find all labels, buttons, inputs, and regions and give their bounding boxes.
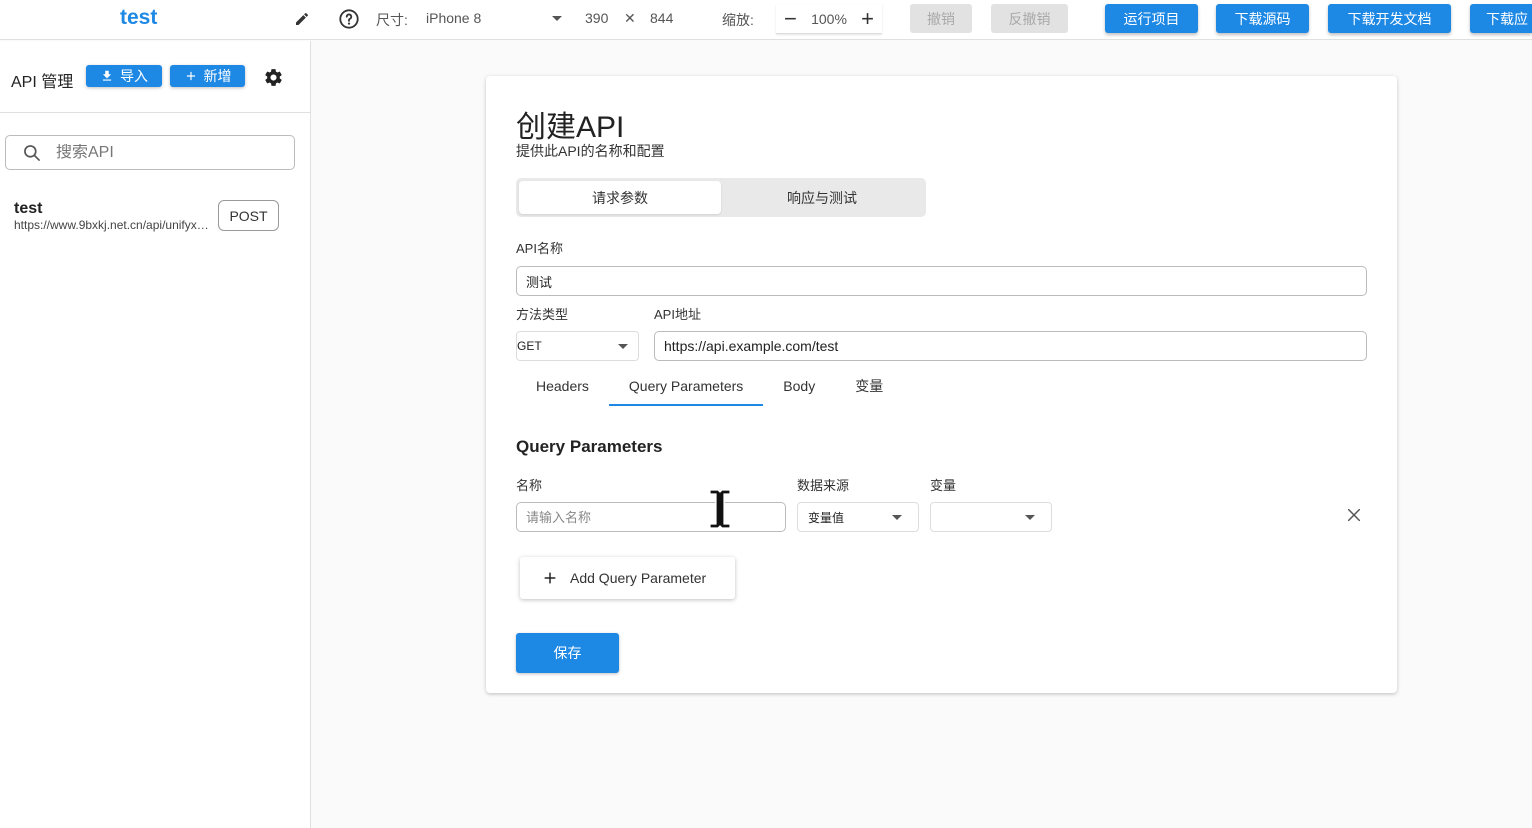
zoom-control: − 100% + bbox=[776, 4, 882, 34]
method-dropdown-icon bbox=[618, 343, 628, 349]
help-icon[interactable] bbox=[337, 7, 361, 31]
project-name[interactable]: test bbox=[120, 6, 157, 30]
param-name-field[interactable] bbox=[516, 502, 786, 532]
api-url-field[interactable] bbox=[654, 331, 1367, 361]
param-name-column-label: 名称 bbox=[516, 478, 543, 493]
edit-icon[interactable] bbox=[292, 9, 312, 29]
remove-param-button[interactable] bbox=[1343, 504, 1365, 526]
api-url-input[interactable] bbox=[664, 338, 1366, 354]
segment-response-test[interactable]: 响应与测试 bbox=[721, 181, 923, 214]
tab-body[interactable]: Body bbox=[763, 366, 835, 406]
segment-request-params[interactable]: 请求参数 bbox=[519, 181, 721, 214]
param-variable-select[interactable] bbox=[930, 502, 1052, 532]
sidebar-title: API 管理 bbox=[11, 74, 74, 91]
sidebar-divider bbox=[0, 112, 310, 113]
api-search-field[interactable] bbox=[5, 135, 295, 170]
download-docs-button[interactable]: 下载开发文档 bbox=[1328, 4, 1451, 33]
param-name-input[interactable] bbox=[526, 509, 785, 525]
zoom-in-icon[interactable]: + bbox=[861, 7, 874, 30]
close-icon bbox=[1347, 508, 1361, 522]
api-item-url: https://www.9bxkj.net.cn/api/unifyxxxxxx… bbox=[14, 218, 214, 232]
device-dropdown-icon[interactable] bbox=[552, 16, 562, 21]
redo-button[interactable]: 反撤销 bbox=[991, 4, 1068, 33]
section-title: Query Parameters bbox=[516, 437, 663, 456]
save-button[interactable]: 保存 bbox=[516, 633, 619, 673]
param-source-value: 变量值 bbox=[808, 510, 845, 525]
add-label: 新增 bbox=[203, 68, 232, 84]
api-item-method-badge: POST bbox=[218, 200, 279, 231]
settings-gear-icon[interactable] bbox=[262, 66, 284, 88]
height-value[interactable]: 844 bbox=[650, 10, 673, 26]
search-icon bbox=[24, 144, 40, 161]
text-cursor-icon bbox=[709, 489, 731, 529]
tab-variables[interactable]: 变量 bbox=[835, 366, 903, 406]
page-subtitle: 提供此API的名称和配置 bbox=[516, 143, 665, 159]
method-value: GET bbox=[517, 339, 542, 353]
zoom-value: 100% bbox=[811, 10, 847, 27]
times-icon: ✕ bbox=[624, 10, 636, 26]
variable-dropdown-icon bbox=[1025, 514, 1035, 520]
device-select[interactable]: iPhone 8 bbox=[426, 10, 566, 26]
import-button[interactable]: 导入 bbox=[86, 65, 162, 87]
add-api-button[interactable]: 新增 bbox=[170, 65, 245, 87]
method-select[interactable]: GET bbox=[516, 331, 639, 361]
import-label: 导入 bbox=[120, 68, 148, 84]
width-value[interactable]: 390 bbox=[585, 10, 608, 26]
param-source-select[interactable]: 变量值 bbox=[797, 502, 919, 532]
size-label: 尺寸: bbox=[376, 12, 408, 28]
add-query-parameter-button[interactable]: Add Query Parameter bbox=[520, 557, 735, 599]
param-variable-column-label: 变量 bbox=[930, 478, 957, 493]
download-source-button[interactable]: 下载源码 bbox=[1216, 4, 1309, 33]
param-tabs: Headers Query Parameters Body 变量 bbox=[516, 366, 903, 406]
zoom-label: 缩放: bbox=[722, 12, 754, 28]
api-item-name: test bbox=[14, 200, 43, 217]
param-source-column-label: 数据来源 bbox=[797, 478, 850, 493]
api-list-item[interactable]: test https://www.9bxkj.net.cn/api/unifyx… bbox=[0, 193, 310, 243]
download-app-button[interactable]: 下载应 bbox=[1470, 4, 1532, 33]
tab-headers[interactable]: Headers bbox=[516, 366, 609, 406]
api-name-input[interactable] bbox=[526, 273, 1366, 289]
plus-icon bbox=[186, 71, 195, 81]
undo-button[interactable]: 撤销 bbox=[910, 4, 972, 33]
add-param-label: Add Query Parameter bbox=[570, 570, 707, 586]
run-project-button[interactable]: 运行项目 bbox=[1105, 4, 1198, 33]
api-url-label: API地址 bbox=[654, 307, 701, 322]
top-toolbar: test 尺寸: iPhone 8 390 ✕ 844 缩放: − 100% +… bbox=[0, 0, 1532, 40]
device-value: iPhone 8 bbox=[426, 10, 482, 26]
download-icon bbox=[102, 70, 112, 81]
zoom-out-icon[interactable]: − bbox=[784, 7, 797, 30]
page-title: 创建API bbox=[516, 111, 625, 144]
api-name-field[interactable] bbox=[516, 266, 1367, 296]
plus-icon bbox=[544, 572, 556, 584]
tab-query-parameters[interactable]: Query Parameters bbox=[608, 366, 764, 406]
create-api-card: 创建API 提供此API的名称和配置 请求参数 响应与测试 API名称 方法类型… bbox=[486, 76, 1397, 693]
api-search-input[interactable] bbox=[56, 143, 276, 162]
api-sidebar: API 管理 导入 新增 test https://www.9bxkj.net.… bbox=[0, 41, 311, 828]
method-label: 方法类型 bbox=[516, 307, 569, 322]
source-dropdown-icon bbox=[892, 514, 902, 520]
mode-segmented-control: 请求参数 响应与测试 bbox=[516, 178, 926, 217]
api-name-label: API名称 bbox=[516, 241, 563, 256]
